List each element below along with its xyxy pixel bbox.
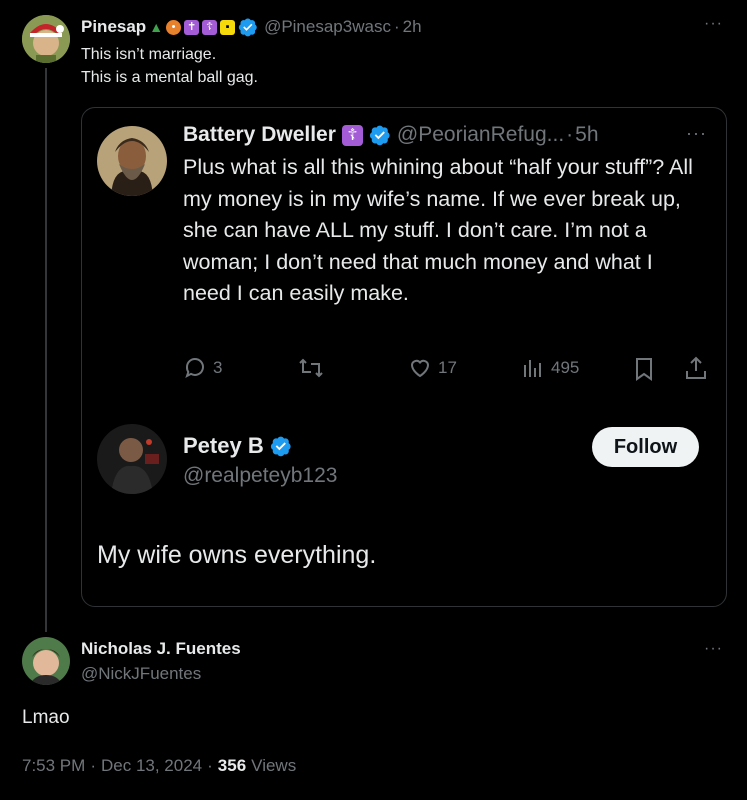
embedded-post-text: My wife owns everything. (97, 541, 377, 569)
battery-dweller-avatar-image (97, 126, 167, 196)
display-name[interactable]: Pinesap (81, 17, 146, 37)
quoted-tweet-text: Plus what is all this whining about “hal… (183, 155, 693, 305)
follow-button[interactable]: Follow (592, 427, 699, 467)
like-button[interactable]: 17 (408, 356, 457, 380)
views-count: 356 (217, 756, 247, 775)
tweet-text: This isn’t marriage. This is a mental ba… (81, 43, 258, 89)
bookmark-button[interactable] (633, 356, 655, 387)
display-name[interactable]: Petey B (183, 433, 264, 459)
tree-icon: ▲ (149, 19, 164, 35)
bookmark-icon (636, 358, 652, 381)
separator: · (207, 756, 213, 775)
avatar[interactable] (22, 15, 70, 63)
post-date[interactable]: Dec 13, 2024 (101, 756, 202, 776)
share-icon (686, 356, 706, 379)
like-count: 17 (438, 358, 457, 377)
views-label: Views (251, 756, 297, 775)
verified-icon (270, 436, 291, 457)
handle[interactable]: @PeorianRefug... (397, 123, 564, 147)
reply-button[interactable]: 3 (183, 356, 222, 380)
handle[interactable]: @realpeteyb123 (183, 464, 337, 488)
display-name[interactable]: Nicholas J. Fuentes (81, 639, 241, 659)
more-options-button[interactable]: ··· (704, 15, 723, 33)
avatar[interactable] (22, 637, 70, 685)
reply-text: Lmao (22, 707, 70, 728)
more-options-button[interactable]: ··· (704, 640, 723, 658)
retweet-button[interactable] (298, 356, 330, 380)
vatican-flag-icon: ▪ (220, 19, 236, 35)
avatar[interactable] (97, 126, 167, 196)
heart-icon (410, 359, 430, 378)
thread-line (45, 68, 47, 632)
orthodox-cross-icon: ☦ (202, 19, 218, 35)
lantern-icon: • (166, 19, 182, 35)
pinesap-avatar-image (22, 15, 70, 63)
timestamp[interactable]: 2h (403, 17, 422, 37)
nick-fuentes-avatar-image (22, 637, 70, 685)
retweet-icon (299, 358, 323, 378)
views-button[interactable]: 495 (521, 356, 579, 380)
handle[interactable]: @NickJFuentes (81, 664, 201, 684)
handle[interactable]: @Pinesap3wasc (264, 17, 391, 37)
tweet-meta: 7:53 PM · Dec 13, 2024 · 356 Views (22, 756, 296, 776)
orthodox-cross-icon: ☦ (341, 124, 363, 146)
reply-icon (185, 358, 204, 379)
more-options-button[interactable]: ··· (686, 123, 707, 144)
separator: · (566, 123, 574, 146)
views-chart-icon (524, 360, 541, 377)
verified-icon (369, 125, 390, 146)
verified-icon (238, 18, 257, 37)
tweet-text-line: This isn’t marriage. (81, 46, 217, 63)
separator: · (90, 756, 96, 775)
view-count: 495 (551, 358, 580, 377)
reply-count: 3 (213, 358, 223, 377)
tweet-header: Pinesap ▲ • ✝ ☦ ▪ @Pinesap3wasc · 2h (81, 15, 422, 39)
display-name[interactable]: Battery Dweller (183, 123, 336, 147)
avatar[interactable] (97, 424, 167, 494)
cross-icon: ✝ (184, 19, 200, 35)
quoted-tweet-header: Battery Dweller ☦ @PeorianRefug... · 5h (183, 120, 599, 150)
timestamp[interactable]: 5h (575, 123, 598, 147)
embedded-post-header: Petey B (183, 431, 292, 461)
separator: · (393, 17, 400, 36)
post-time[interactable]: 7:53 PM (22, 756, 85, 776)
tweet-text-line: This is a mental ball gag. (81, 69, 258, 86)
share-button[interactable] (684, 355, 708, 386)
petey-b-avatar-image (97, 424, 167, 494)
